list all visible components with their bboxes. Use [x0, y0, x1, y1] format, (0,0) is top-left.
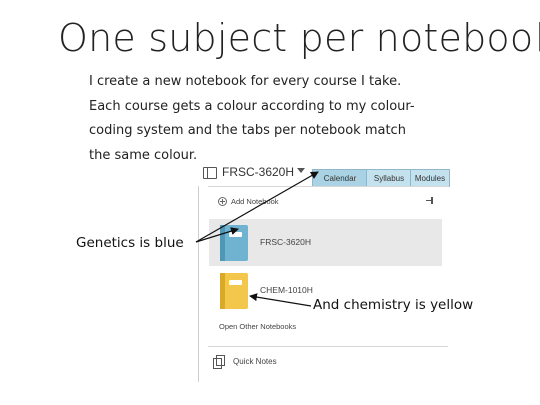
add-notebook-label: Add Notebook	[231, 196, 279, 206]
slide-body: I create a new notebook for every course…	[89, 70, 469, 168]
body-line: I create a new notebook for every course…	[89, 74, 402, 89]
tab-calendar[interactable]: Calendar	[312, 169, 368, 187]
divider	[208, 186, 448, 187]
panel-divider	[198, 186, 199, 382]
pin-icon[interactable]	[426, 197, 434, 204]
notebook-label: FRSC-3620H	[260, 237, 312, 247]
quick-notes-link[interactable]: Quick Notes	[233, 357, 277, 366]
callout-chemistry: And chemistry is yellow	[313, 297, 474, 313]
current-notebook-name[interactable]: FRSC-3620H	[222, 165, 294, 179]
notebook-icon	[203, 167, 217, 179]
open-other-notebooks-link[interactable]: Open Other Notebooks	[219, 322, 296, 331]
tab-syllabus[interactable]: Syllabus	[366, 169, 412, 187]
notebook-label: CHEM-1010H	[260, 285, 313, 295]
onenote-notebook-panel: FRSC-3620H Calendar Syllabus Modules Add…	[200, 160, 450, 382]
plus-circle-icon	[218, 196, 227, 206]
notebook-icon	[220, 225, 248, 261]
quick-notes-icon	[213, 355, 225, 369]
chevron-down-icon[interactable]	[297, 168, 305, 173]
notebook-icon	[220, 273, 248, 309]
notebook-item-frsc[interactable]: FRSC-3620H	[209, 219, 442, 266]
divider	[208, 346, 448, 347]
callout-genetics: Genetics is blue	[76, 235, 184, 251]
tab-modules[interactable]: Modules	[410, 169, 450, 187]
body-line: Each course gets a colour according to m…	[89, 98, 415, 114]
add-notebook-button[interactable]: Add Notebook	[218, 194, 279, 208]
slide-title: One subject per notebook	[58, 16, 540, 60]
body-line: coding system and the tabs per notebook …	[89, 123, 406, 138]
